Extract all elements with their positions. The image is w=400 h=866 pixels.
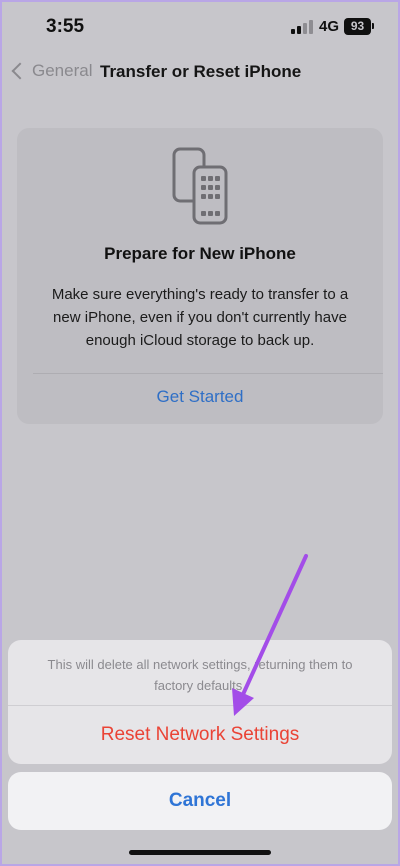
reset-network-settings-button[interactable]: Reset Network Settings [8,706,392,764]
back-button[interactable]: General [8,56,92,86]
cancel-button[interactable]: Cancel [8,772,392,830]
two-phones-icon [172,147,228,225]
card-description: Make sure everything's ready to transfer… [51,286,349,349]
page-title: Transfer or Reset iPhone [100,62,302,81]
card-title: Prepare for New iPhone [104,244,296,263]
prepare-card: Prepare for New iPhone Make sure everyth… [17,128,383,424]
battery-tip [372,23,374,29]
battery-icon: 93 [344,18,371,35]
battery-level: 93 [350,19,365,33]
card-divider [33,373,383,374]
cellular-signal-icon [291,20,313,34]
status-time: 3:55 [46,16,85,37]
chevron-left-icon [11,62,29,80]
action-sheet: This will delete all network settings, r… [8,640,392,764]
action-sheet-message: This will delete all network settings, r… [47,657,353,693]
get-started-button[interactable]: Get Started [17,387,383,407]
network-type: 4G [319,18,340,35]
back-label: General [32,61,93,80]
home-indicator [129,850,271,855]
navigation-bar: General Transfer or Reset iPhone [0,52,400,92]
status-bar: 3:55 4G 93 [0,0,400,52]
